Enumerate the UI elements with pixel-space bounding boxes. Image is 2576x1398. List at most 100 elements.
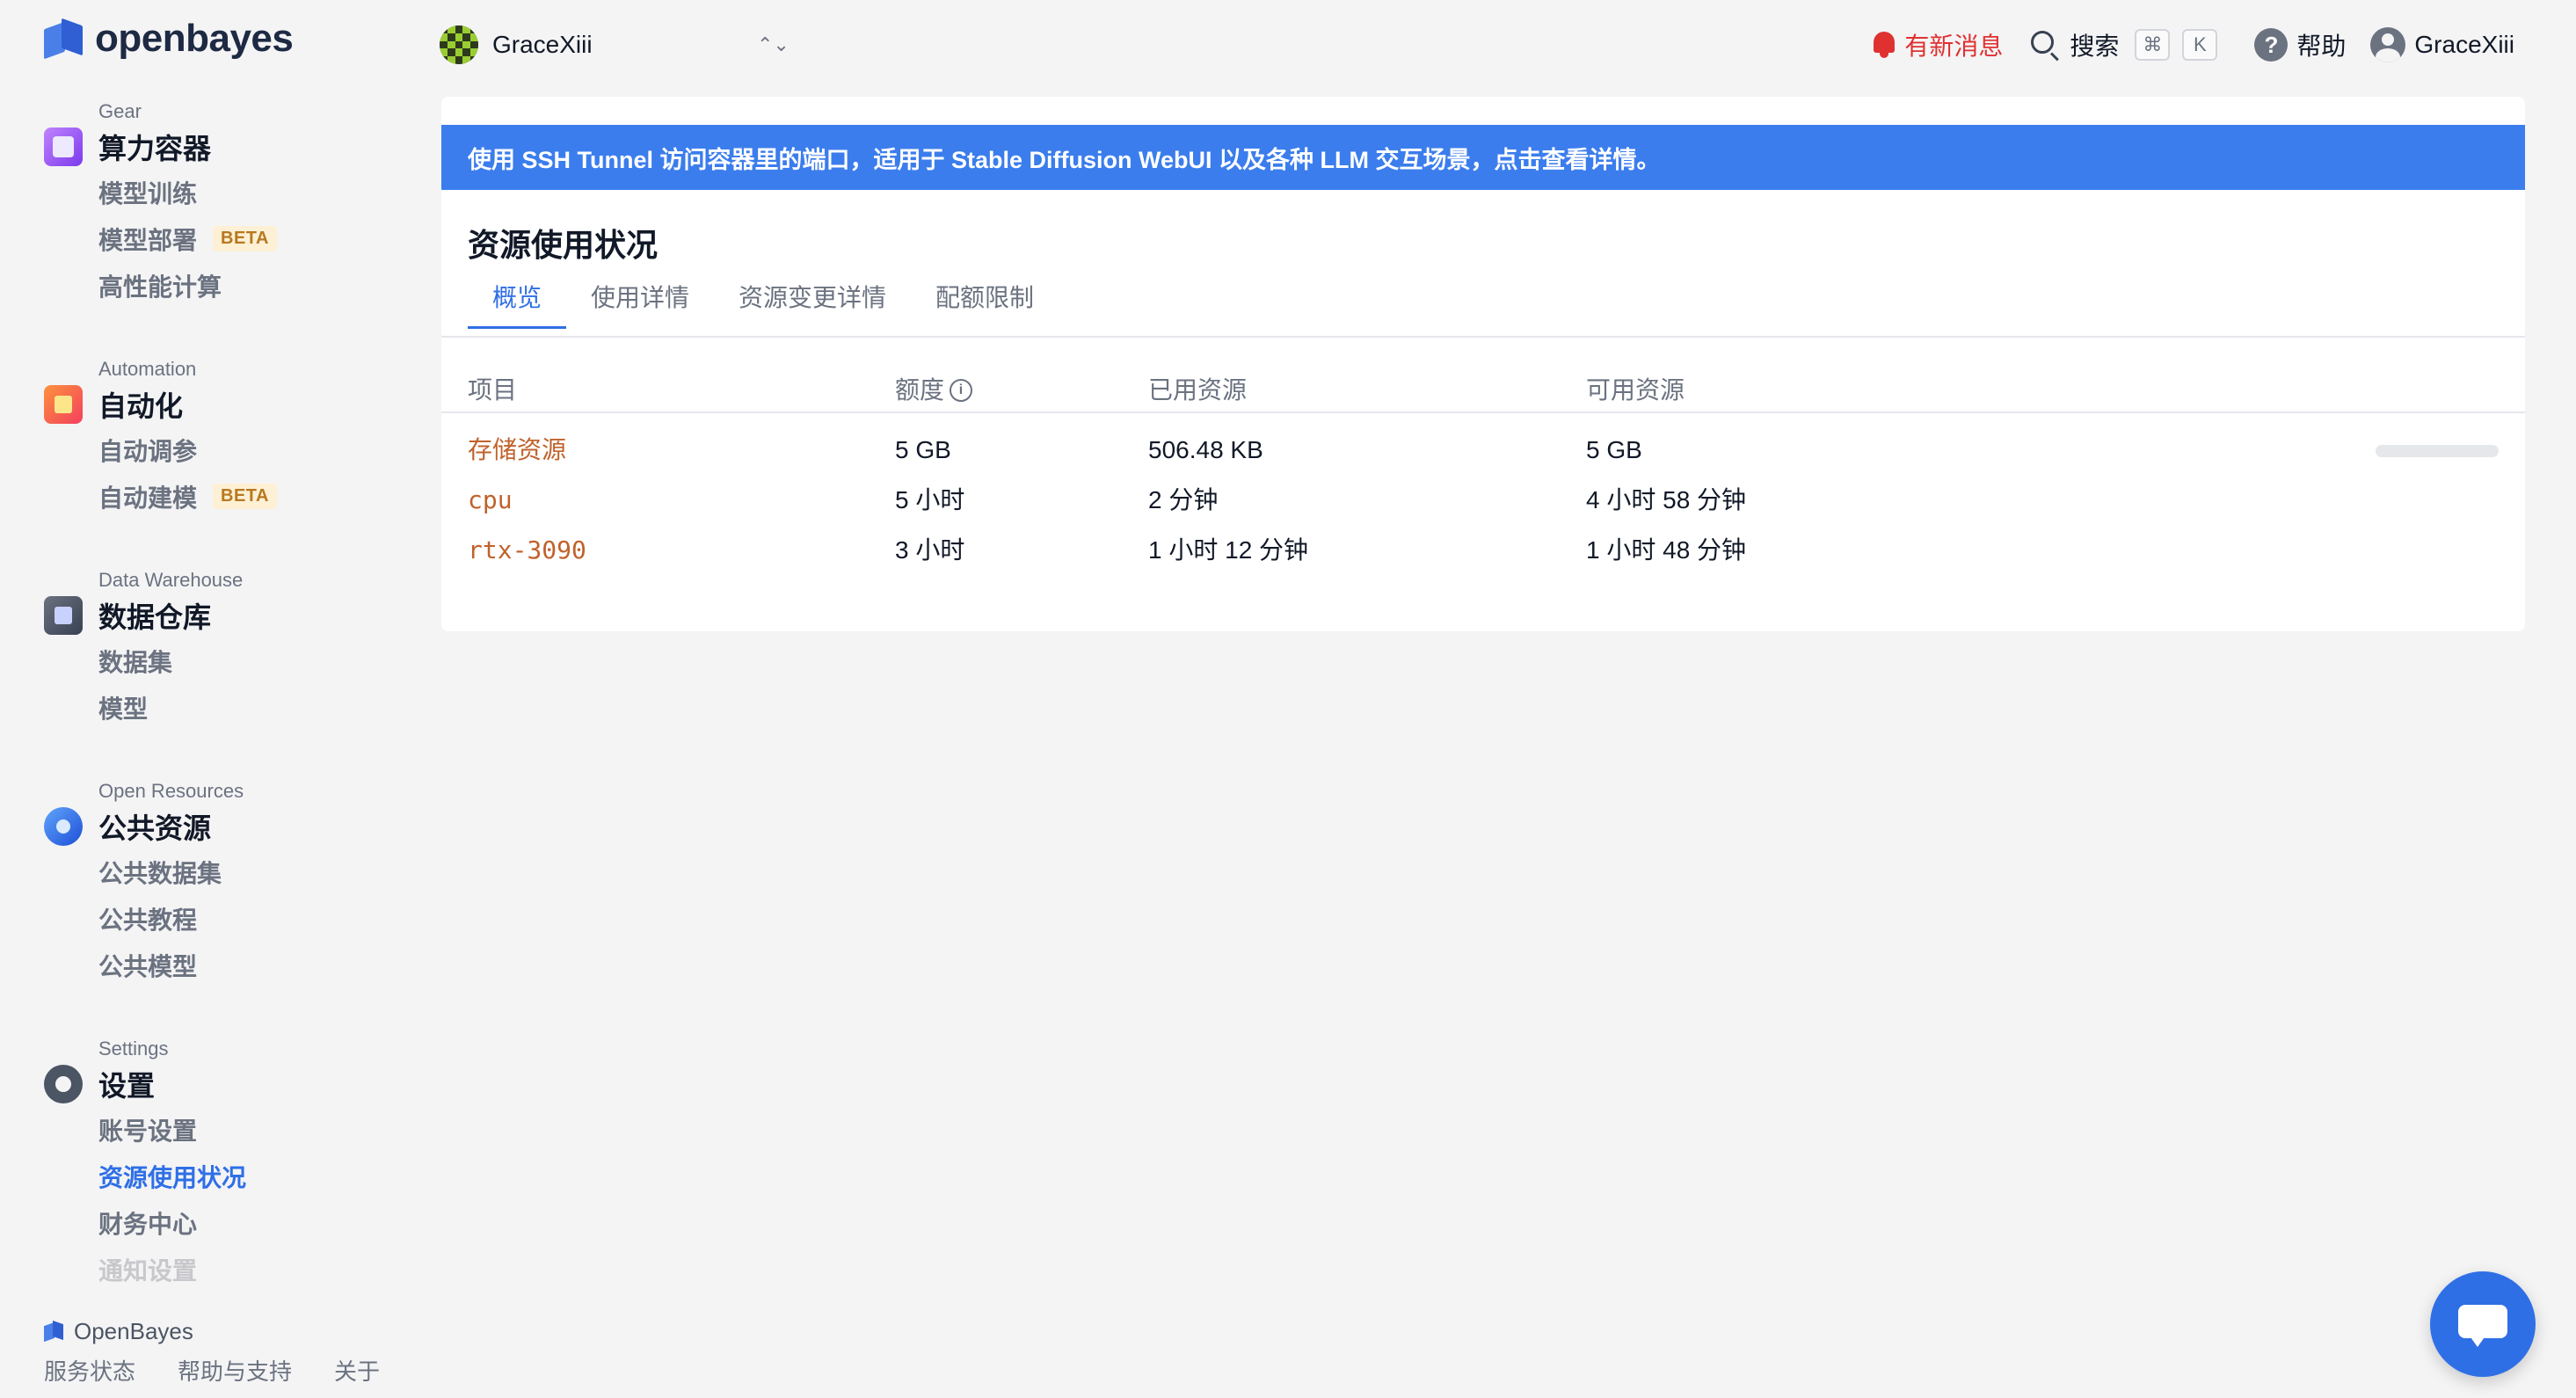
nav-section-automation: Automation 自动化 自动调参 自动建模 BETA xyxy=(44,356,396,520)
sidebar-item-account-settings[interactable]: 账号设置 xyxy=(98,1106,396,1153)
user-menu[interactable]: GraceXiii xyxy=(2370,27,2514,62)
automation-icon xyxy=(44,385,83,424)
sidebar-item-label: 自动建模 xyxy=(98,484,198,512)
footer-link-help-support[interactable]: 帮助与支持 xyxy=(178,1354,292,1387)
sidebar-item-model-training[interactable]: 模型训练 xyxy=(98,169,396,215)
brand-name: openbayes xyxy=(95,17,294,60)
sidebar-item-datasets[interactable]: 数据集 xyxy=(98,637,396,684)
cell-used: 2 分钟 xyxy=(1148,486,1219,513)
sidebar-item-models[interactable]: 模型 xyxy=(98,684,396,731)
cell-used: 1 小时 12 分钟 xyxy=(1148,536,1309,564)
footer-links: 服务状态 帮助与支持 关于 xyxy=(44,1354,380,1387)
ssh-tunnel-banner[interactable]: 使用 SSH Tunnel 访问容器里的端口，适用于 Stable Diffus… xyxy=(441,125,2525,190)
sidebar-item-label: 公共模型 xyxy=(98,952,198,980)
column-header-quota-label: 额度 xyxy=(895,376,945,404)
sidebar: openbayes Gear 算力容器 模型训练 模型部署 BETA 高性能计算 … xyxy=(0,0,413,1398)
data-warehouse-icon xyxy=(44,596,83,635)
nav-section-subtitle: Settings xyxy=(98,1038,169,1059)
sidebar-item-label: 模型 xyxy=(98,695,149,723)
openbayes-small-logo-icon xyxy=(44,1320,65,1343)
cell-used: 506.48 KB xyxy=(1148,436,1263,463)
sidebar-item-label: 通知设置 xyxy=(98,1256,198,1285)
column-header-item: 项目 xyxy=(468,376,518,404)
sidebar-item-hpc[interactable]: 高性能计算 xyxy=(98,262,396,309)
nav-section-header-open-resources[interactable]: 公共资源 xyxy=(44,805,396,848)
sidebar-item-label: 数据集 xyxy=(98,648,173,676)
footer-link-service-status[interactable]: 服务状态 xyxy=(44,1354,135,1387)
sidebar-item-label: 模型部署 xyxy=(98,226,198,254)
sidebar-item-notification-settings[interactable]: 通知设置 xyxy=(98,1246,396,1292)
sidebar-item-public-datasets[interactable]: 公共数据集 xyxy=(98,848,396,895)
table-row: 存储资源 5 GB 506.48 KB 5 GB xyxy=(441,426,2525,475)
chevron-up-down-icon: ⌃⌄ xyxy=(757,33,790,55)
chat-bubble-tail xyxy=(2469,1335,2486,1347)
column-header-available: 可用资源 xyxy=(1586,376,1685,404)
sidebar-item-label: 账号设置 xyxy=(98,1117,198,1145)
brand-logo[interactable]: openbayes xyxy=(44,14,294,63)
resource-usage-card: 使用 SSH Tunnel 访问容器里的端口，适用于 Stable Diffus… xyxy=(441,97,2525,631)
sidebar-item-finance-center[interactable]: 财务中心 xyxy=(98,1199,396,1246)
gear-container-icon xyxy=(44,127,83,166)
nav-section-subtitle: Gear xyxy=(98,100,142,122)
sidebar-item-auto-modeling[interactable]: 自动建模 BETA xyxy=(98,473,396,520)
user-name: GraceXiii xyxy=(2414,31,2514,58)
sidebar-item-label: 高性能计算 xyxy=(98,273,222,301)
banner-text: 使用 SSH Tunnel 访问容器里的端口，适用于 Stable Diffus… xyxy=(468,146,1661,173)
cell-quota: 3 小时 xyxy=(895,536,965,564)
notifications-label: 有新消息 xyxy=(1904,33,2004,60)
footer-brand: OpenBayes xyxy=(44,1314,380,1349)
sidebar-item-public-tutorials[interactable]: 公共教程 xyxy=(98,895,396,942)
kbd-cmd-key: ⌘ xyxy=(2135,29,2171,61)
cell-item[interactable]: cpu xyxy=(468,476,513,525)
sidebar-item-label: 模型训练 xyxy=(98,179,198,208)
sidebar-item-label: 公共教程 xyxy=(98,906,198,934)
sidebar-item-public-models[interactable]: 公共模型 xyxy=(98,942,396,988)
notifications-button[interactable]: 有新消息 xyxy=(1871,27,2003,62)
table-row: rtx-3090 3 小时 1 小时 12 分钟 1 小时 48 分钟 xyxy=(441,526,2525,575)
sidebar-item-label: 财务中心 xyxy=(98,1210,198,1238)
table-header-divider xyxy=(441,411,2525,413)
tab-overview[interactable]: 概览 xyxy=(468,278,567,329)
user-avatar-icon xyxy=(2370,27,2406,62)
chat-support-button[interactable] xyxy=(2430,1271,2536,1377)
beta-badge: BETA xyxy=(213,484,277,509)
beta-badge: BETA xyxy=(213,226,277,251)
sidebar-item-label: 公共数据集 xyxy=(98,859,222,887)
tab-quota-limits[interactable]: 配额限制 xyxy=(911,278,1059,329)
sidebar-footer: OpenBayes 服务状态 帮助与支持 关于 xyxy=(44,1314,380,1387)
info-icon[interactable]: i xyxy=(950,379,973,402)
search-button[interactable]: 搜索 ⌘ K xyxy=(2029,27,2218,62)
footer-brand-name: OpenBayes xyxy=(74,1317,193,1344)
nav-section-title: 自动化 xyxy=(98,390,184,422)
workspace-switcher[interactable]: GraceXiii ⌃⌄ xyxy=(440,23,790,67)
column-header-quota: 额度 i xyxy=(895,371,973,410)
nav-section-header-automation[interactable]: 自动化 xyxy=(44,382,396,426)
nav-section-header-settings[interactable]: 设置 xyxy=(44,1062,396,1106)
cell-available: 1 小时 48 分钟 xyxy=(1586,536,1747,564)
search-label: 搜索 xyxy=(2070,33,2120,60)
sidebar-item-model-deploy[interactable]: 模型部署 BETA xyxy=(98,215,396,262)
sidebar-item-resource-usage[interactable]: 资源使用状况 xyxy=(98,1153,396,1199)
tab-resource-change-details[interactable]: 资源变更详情 xyxy=(714,278,911,329)
cell-available: 4 小时 58 分钟 xyxy=(1586,486,1747,513)
nav-section-title: 数据仓库 xyxy=(98,601,212,633)
cell-quota: 5 GB xyxy=(895,436,951,463)
nav-section-header-gear[interactable]: 算力容器 xyxy=(44,125,396,169)
sidebar-item-auto-tuning[interactable]: 自动调参 xyxy=(98,426,396,473)
kbd-k-key: K xyxy=(2182,29,2218,61)
tab-usage-details[interactable]: 使用详情 xyxy=(566,278,714,329)
footer-link-about[interactable]: 关于 xyxy=(334,1354,380,1387)
cell-item[interactable]: rtx-3090 xyxy=(468,526,586,575)
tabs-divider xyxy=(441,336,2525,338)
topbar-actions: 有新消息 搜索 ⌘ K ? 帮助 GraceXiii xyxy=(1871,23,2514,67)
nav-section-subtitle: Automation xyxy=(98,358,197,380)
sidebar-item-label: 自动调参 xyxy=(98,437,198,465)
question-circle-icon: ? xyxy=(2254,28,2289,62)
cell-item[interactable]: 存储资源 xyxy=(468,426,566,475)
table-header: 项目 额度 i 已用资源 可用资源 xyxy=(441,371,2525,410)
cell-available: 5 GB xyxy=(1586,436,1642,463)
open-resources-icon xyxy=(44,807,83,846)
nav-section-header-data-warehouse[interactable]: 数据仓库 xyxy=(44,593,396,637)
help-button[interactable]: ? 帮助 xyxy=(2254,27,2346,62)
nav-section-title: 算力容器 xyxy=(98,133,212,164)
